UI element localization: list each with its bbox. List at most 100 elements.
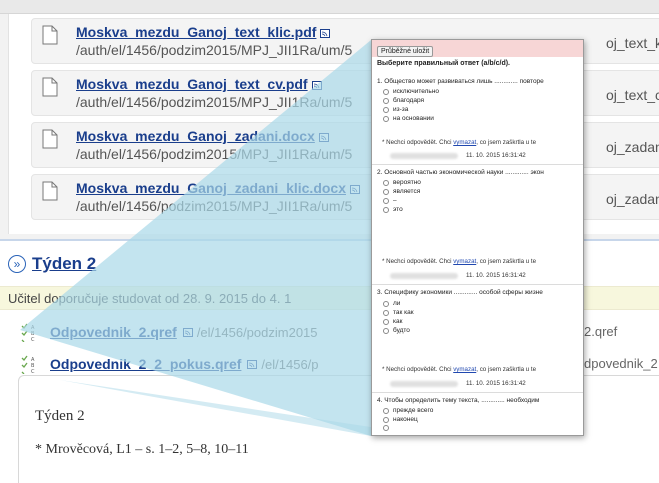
radio-button[interactable] [383, 115, 389, 122]
radio-button[interactable] [383, 318, 389, 325]
option-label: исключительно [393, 88, 440, 95]
note-prefix: * Nechci odpovědět. Chci [382, 258, 454, 265]
no-answer-note: * Nechci odpovědět. Chci vymazat, co jse… [382, 258, 536, 265]
rss-icon[interactable] [350, 184, 360, 194]
radio-button[interactable] [383, 179, 389, 186]
answer-option[interactable]: из-за [383, 106, 408, 113]
option-label: является [393, 188, 421, 195]
radio-button[interactable] [383, 97, 389, 104]
no-answer-note: * Nechci odpovědět. Chci vymazat, co jse… [382, 366, 536, 373]
clear-answer-link[interactable]: vymazat [453, 366, 476, 373]
file-link[interactable]: Moskva_mezdu_Ganoj_zadani_klic.docx [76, 180, 360, 196]
document-icon [42, 129, 58, 149]
timestamp-text: 11. 10. 2015 16:31:42 [466, 380, 526, 387]
option-label: это [393, 206, 403, 213]
week-header: » Týden 2 [8, 254, 96, 274]
timestamp-text: 11. 10. 2015 16:31:42 [466, 272, 526, 279]
quiz-path: /el/1456/p [261, 356, 319, 372]
radio-button[interactable] [383, 188, 389, 195]
answer-option[interactable]: наконец [383, 416, 418, 423]
content-line: * Mrověcová, L1 – s. 1–2, 5–8, 10–11 [35, 442, 249, 457]
quiz-name-right: 2.qref [584, 324, 618, 339]
rss-icon[interactable] [320, 28, 331, 38]
note-suffix: , co jsem zaškrtla u te [476, 366, 537, 373]
answer-option[interactable]: прежде всего [383, 407, 433, 414]
answer-option[interactable]: на основании [383, 115, 434, 122]
answer-option[interactable]: так как [383, 309, 414, 316]
radio-button[interactable] [383, 416, 389, 423]
answer-option[interactable]: благодаря [383, 97, 424, 104]
question-text: 2. Основной частью экономической науки .… [377, 169, 544, 176]
file-name[interactable]: Moskva_mezdu_Ganoj_zadani_klic.docx [76, 180, 346, 196]
divider [372, 164, 583, 165]
divider [372, 392, 583, 393]
file-link[interactable]: Moskva_mezdu_Ganoj_text_cv.pdf [76, 76, 322, 92]
answer-option[interactable]: как [383, 318, 402, 325]
rss-icon[interactable] [247, 359, 258, 369]
option-label: как [393, 318, 403, 325]
note-prefix: * Nechci odpovědět. Chci [382, 366, 454, 373]
no-answer-note: * Nechci odpovědět. Chci vymazat, co jse… [382, 139, 536, 146]
radio-button[interactable] [383, 88, 389, 95]
option-label: на основании [393, 115, 434, 122]
answer-option[interactable]: будто [383, 327, 410, 334]
page: Moskva_mezdu_Ganoj_text_klic.pdf /auth/e… [0, 0, 659, 483]
file-name[interactable]: Moskva_mezdu_Ganoj_text_cv.pdf [76, 76, 308, 92]
question-text: 4. Чтобы определить тему текста, .......… [377, 397, 540, 404]
question-text: 3. Специфику экономики ............. осо… [377, 289, 543, 296]
file-link[interactable]: Moskva_mezdu_Ganoj_text_klic.pdf [76, 24, 331, 40]
clear-answer-link[interactable]: vymazat [453, 258, 476, 265]
file-path: /auth/el/1456/podzim2015/MPJ_JII1Ra/um/5 [76, 42, 353, 58]
blurred-user [390, 152, 458, 159]
timestamp-text: 11. 10. 2015 16:31:42 [466, 152, 526, 159]
timestamp: 11. 10. 2015 16:31:42 [390, 272, 526, 279]
answer-option[interactable]: исключительно [383, 88, 439, 95]
rss-icon[interactable] [318, 132, 329, 142]
quiz-preview-popup: Průběžné uložit Выберите правильный отве… [371, 39, 584, 436]
rss-icon[interactable] [182, 327, 193, 337]
file-link[interactable]: Moskva_mezdu_Ganoj_zadani.docx [76, 128, 329, 144]
quiz-name-right: dpovednik_2 [584, 356, 658, 371]
answer-option[interactable]: вероятно [383, 179, 421, 186]
radio-button[interactable] [383, 425, 389, 431]
option-label: так как [393, 309, 414, 316]
answer-option[interactable]: ли [383, 300, 400, 307]
timestamp: 11. 10. 2015 16:31:42 [390, 152, 526, 159]
radio-button[interactable] [383, 197, 389, 204]
note-prefix: * Nechci odpovědět. Chci [382, 139, 454, 146]
answer-option[interactable]: это [383, 206, 403, 213]
radio-button[interactable] [383, 407, 389, 414]
quiz-link[interactable]: Odpovednik_2.qref [50, 324, 177, 340]
quiz-path: /el/1456/podzim2015 [196, 324, 318, 340]
double-chevron-icon[interactable]: » [8, 255, 26, 273]
radio-button[interactable] [383, 206, 389, 213]
quiz-link[interactable]: Odpovednik_2_2_pokus.qref [50, 356, 241, 372]
note-suffix: , co jsem zaškrtla u te [476, 139, 537, 146]
file-path: /auth/el/1456/podzim2015/MPJ_JII1Ra/um/5 [76, 198, 353, 214]
save-progress-button[interactable]: Průběžné uložit [377, 46, 434, 57]
clear-answer-link[interactable]: vymazat [453, 139, 476, 146]
radio-button[interactable] [383, 327, 389, 334]
file-name-right: oj_zadani.d [606, 139, 659, 155]
answer-option[interactable] [383, 425, 393, 431]
file-name[interactable]: Moskva_mezdu_Ganoj_zadani.docx [76, 128, 315, 144]
answer-option[interactable]: – [383, 197, 397, 204]
answer-option[interactable]: является [383, 188, 420, 195]
top-strip [0, 0, 659, 14]
document-icon [42, 181, 58, 201]
option-label: ли [393, 300, 401, 307]
radio-button[interactable] [383, 309, 389, 316]
note-suffix: , co jsem zaškrtla u te [476, 258, 537, 265]
radio-button[interactable] [383, 106, 389, 113]
option-label: прежде всего [393, 407, 434, 414]
week-title[interactable]: Týden 2 [32, 254, 96, 274]
divider [372, 284, 583, 285]
rss-icon[interactable] [311, 80, 322, 90]
content-title: Týden 2 [35, 408, 85, 424]
blurred-user [390, 272, 458, 279]
svg-text:C: C [31, 369, 35, 374]
radio-button[interactable] [383, 300, 389, 307]
file-path: /auth/el/1456/podzim2015/MPJ_JII1Ra/um/5 [76, 94, 353, 110]
file-name[interactable]: Moskva_mezdu_Ganoj_text_klic.pdf [76, 24, 316, 40]
file-name-right: oj_zadani_k [606, 191, 659, 207]
